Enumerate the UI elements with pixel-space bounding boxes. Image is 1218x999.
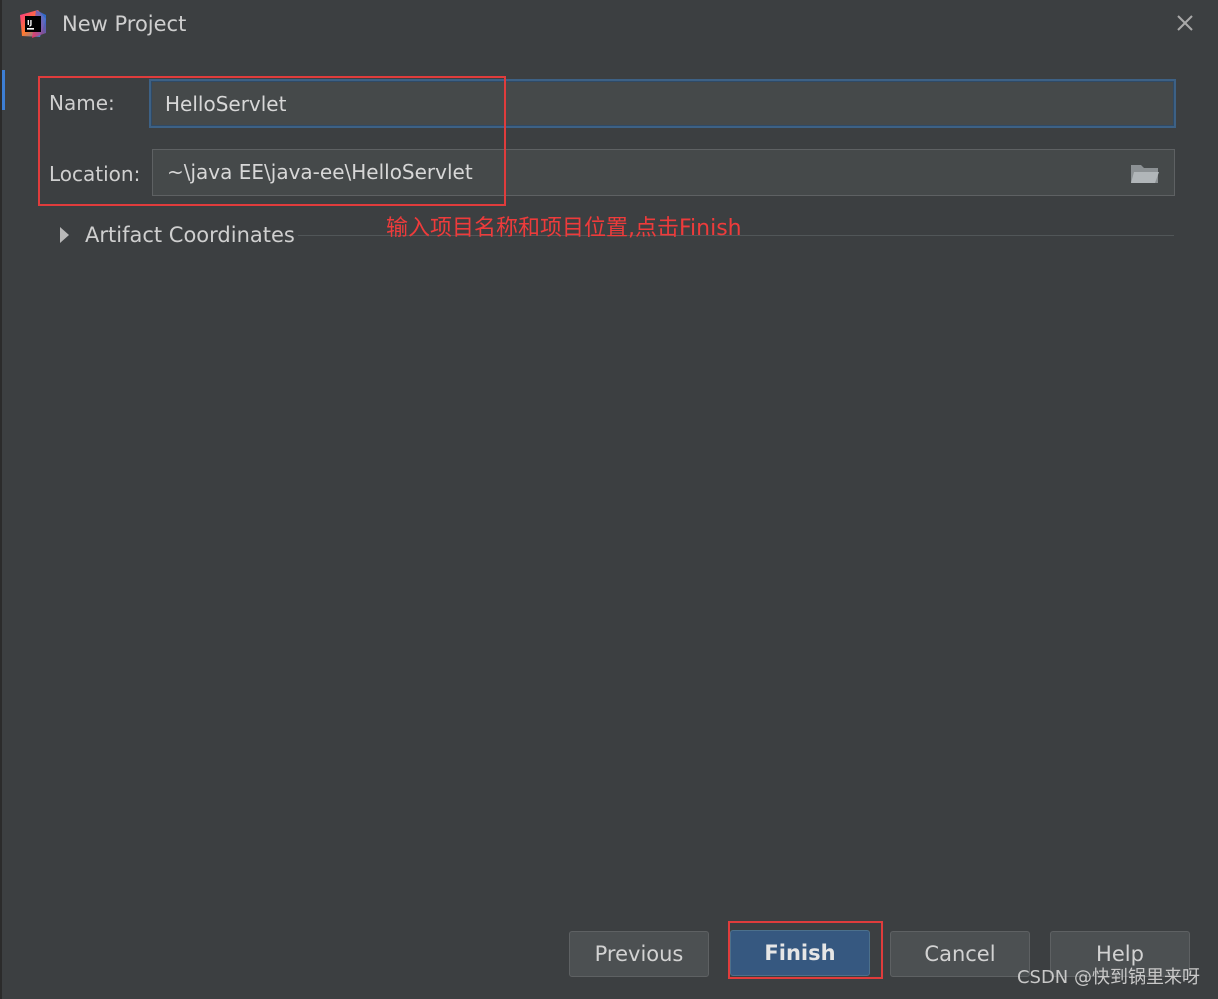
annotation-text: 输入项目名称和项目位置,点击Finish [386,216,742,241]
dialog-title: New Project [62,12,187,36]
background-window-edge [2,70,5,110]
intellij-idea-logo-icon: IJ [20,10,46,38]
folder-icon[interactable] [1130,162,1160,184]
title-bar: IJ New Project [2,0,1218,48]
finish-button[interactable]: Finish [730,930,870,976]
previous-button[interactable]: Previous [569,931,709,977]
artifact-coordinates-label: Artifact Coordinates [85,223,295,247]
location-label: Location: [49,162,141,186]
svg-text:IJ: IJ [27,19,32,27]
name-input[interactable] [149,79,1176,128]
watermark: CSDN @快到锅里来呀 [1016,967,1200,988]
triangle-right-icon [60,227,69,243]
location-input[interactable]: ~\java EE\java-ee\HelloServlet [152,149,1175,196]
cancel-button[interactable]: Cancel [890,931,1030,977]
name-label: Name: [49,91,115,115]
close-icon[interactable] [1172,10,1198,36]
new-project-dialog: IJ New Project Name: Location: ~\java EE… [0,0,1218,999]
location-value: ~\java EE\java-ee\HelloServlet [167,160,473,184]
